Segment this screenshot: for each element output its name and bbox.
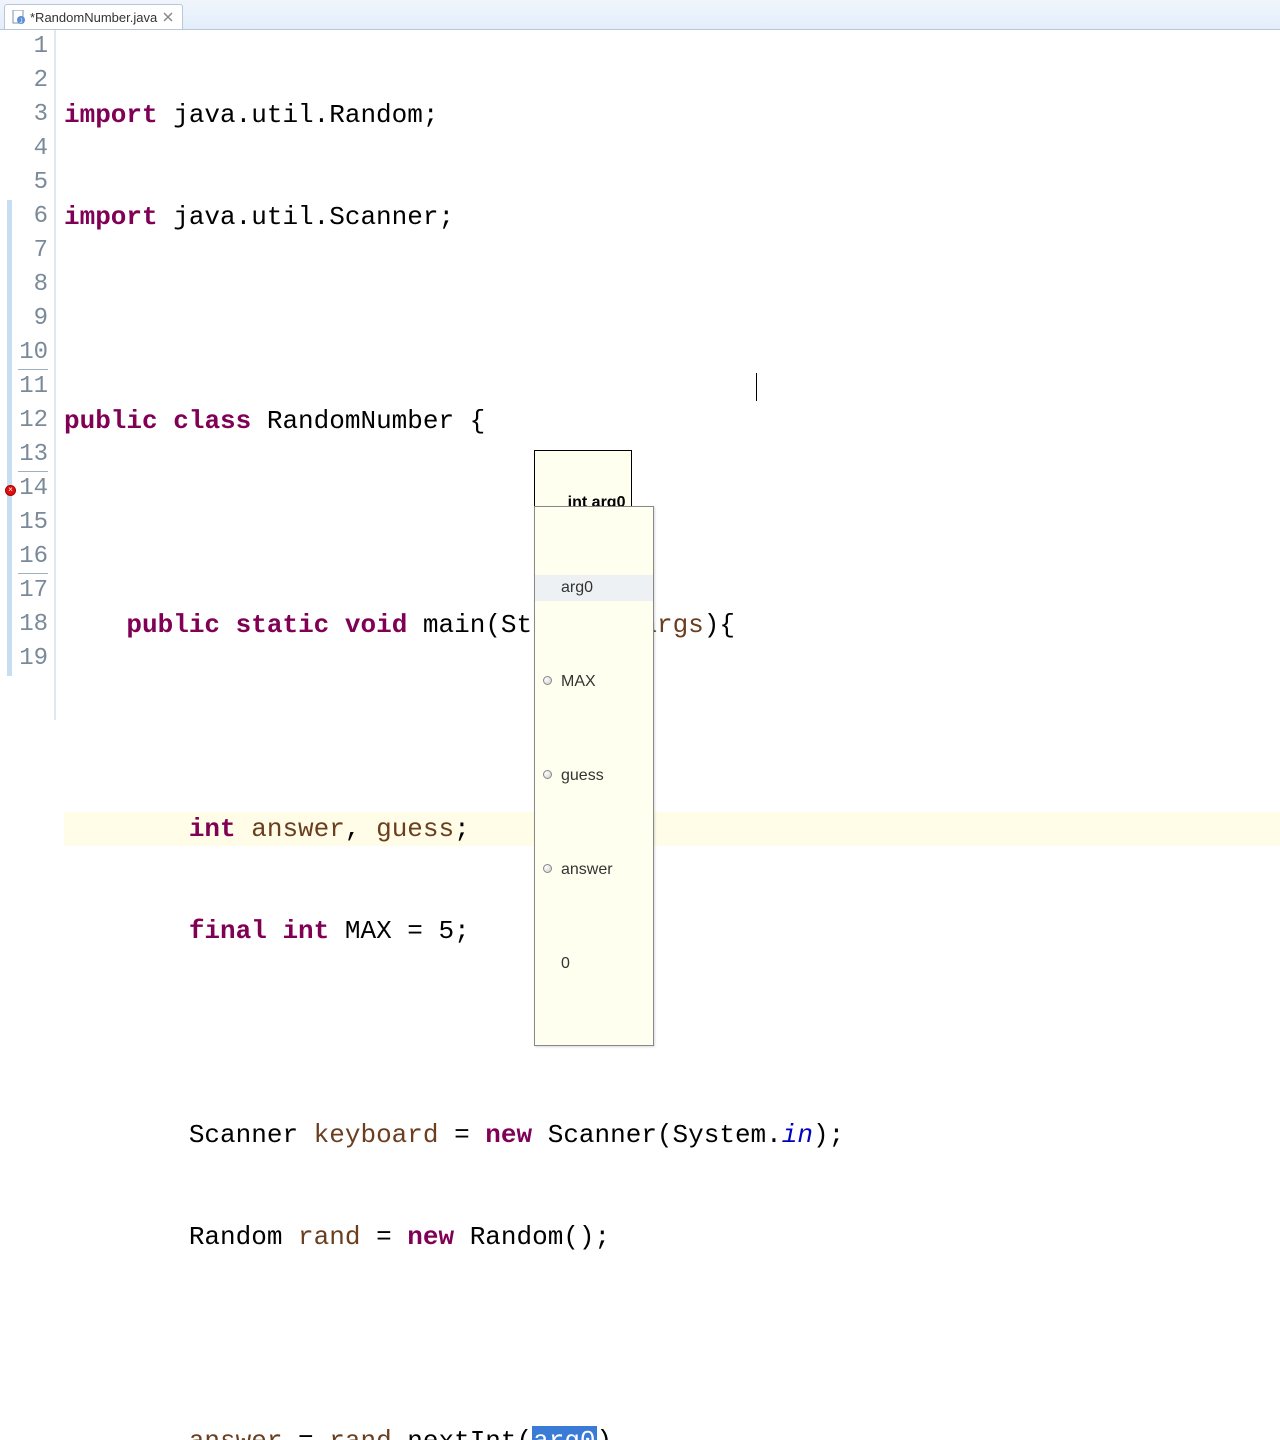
autocomplete-item[interactable]: guess — [535, 763, 653, 789]
selected-parameter[interactable]: arg0 — [532, 1426, 596, 1440]
close-tab-icon[interactable] — [162, 11, 174, 23]
tab-title: *RandomNumber.java — [30, 10, 157, 25]
autocomplete-popup[interactable]: arg0 MAX guess answer 0 — [534, 506, 654, 1046]
error-marker[interactable]: × — [5, 485, 16, 496]
tab-bar: J *RandomNumber.java — [0, 0, 1280, 30]
autocomplete-item[interactable]: 0 — [535, 951, 653, 977]
line-number-gutter: 1 2 3 4 5 6 7 8 9 10 11 12 13 14 15 16 1… — [18, 30, 56, 720]
text-caret — [756, 373, 757, 401]
variable-icon — [543, 864, 552, 873]
svg-text:J: J — [19, 19, 22, 24]
autocomplete-item[interactable]: answer — [535, 857, 653, 883]
code-content[interactable]: import java.util.Random; import java.uti… — [56, 30, 1280, 720]
variable-icon — [543, 676, 552, 685]
code-editor[interactable]: × 1 2 3 4 5 6 7 8 9 10 11 12 13 14 15 16… — [0, 30, 1280, 720]
java-file-icon: J — [11, 10, 25, 24]
variable-icon — [543, 770, 552, 779]
autocomplete-item[interactable]: MAX — [535, 669, 653, 695]
autocomplete-item[interactable]: arg0 — [535, 575, 653, 601]
marker-gutter: × — [0, 30, 18, 720]
editor-tab[interactable]: J *RandomNumber.java — [4, 4, 183, 29]
